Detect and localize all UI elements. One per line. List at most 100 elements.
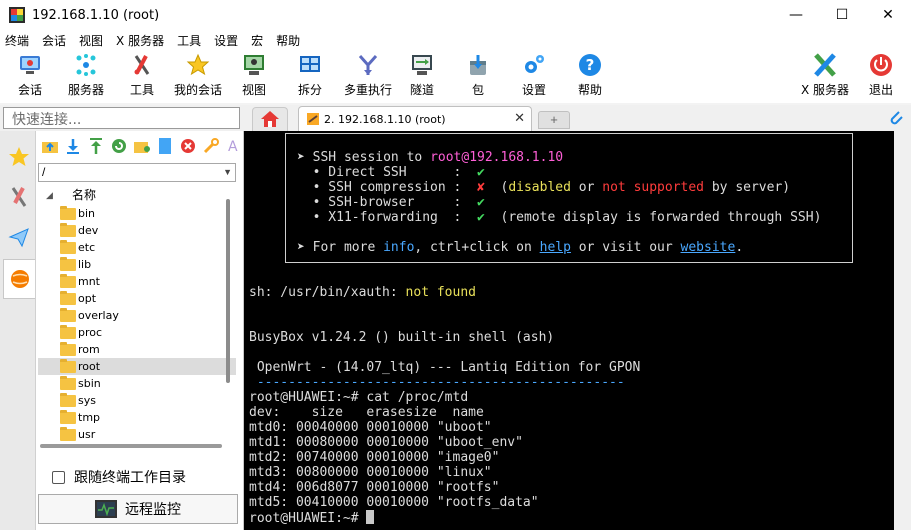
svg-text:A: A: [228, 139, 238, 154]
folder-row[interactable]: opt: [38, 290, 236, 307]
mobaxterm-window: 192.168.1.10 (root) — ☐ ✕ 终端 会话 视图 X 服务器…: [0, 0, 911, 530]
home-tab[interactable]: [252, 107, 288, 131]
side-tab-macros[interactable]: [3, 217, 35, 257]
folder-icon: [60, 223, 76, 237]
help-button[interactable]: ? 帮助: [562, 53, 618, 101]
terminal-output-line: mtd1: 00080000 00010000 "uboot_env": [249, 435, 523, 450]
checkbox-box[interactable]: [52, 470, 65, 484]
session-tab[interactable]: 2. 192.168.1.10 (root) ✕: [298, 106, 532, 131]
folder-row[interactable]: sbin: [38, 375, 236, 392]
folder-name: sbin: [78, 377, 101, 390]
folder-icon: [60, 257, 76, 271]
side-tab-sessions[interactable]: [3, 137, 35, 177]
paperclip-icon[interactable]: [887, 109, 905, 127]
view-button[interactable]: 视图: [226, 53, 282, 101]
menu-terminal[interactable]: 终端: [5, 32, 29, 49]
terminal[interactable]: ➤ SSH session to root@192.168.1.10 • Dir…: [244, 131, 894, 530]
minimize-button[interactable]: —: [773, 0, 819, 30]
folder-icon: [60, 393, 76, 407]
ssh-browser-line: • SSH-browser : ✔: [297, 195, 485, 210]
folder-name: etc: [78, 241, 96, 254]
folder-row[interactable]: overlay: [38, 307, 236, 324]
folder-row[interactable]: rom: [38, 341, 236, 358]
close-window-button[interactable]: ✕: [865, 0, 911, 30]
download-icon[interactable]: [61, 137, 84, 155]
menu-sessions[interactable]: 会话: [42, 32, 66, 49]
tunnel-button[interactable]: 隧道: [394, 53, 450, 101]
folder-row[interactable]: proc: [38, 324, 236, 341]
terminal-tab-icon: [307, 113, 319, 125]
maximize-button[interactable]: ☐: [819, 0, 865, 30]
parent-folder-icon[interactable]: [38, 137, 61, 155]
help-link[interactable]: help: [540, 240, 571, 255]
folder-name: tmp: [78, 411, 101, 424]
new-tab-button[interactable]: +: [538, 111, 570, 129]
text-icon[interactable]: A: [222, 137, 245, 155]
path-select[interactable]: / ▼: [38, 163, 236, 182]
terminal-output-line: mtd4: 006d8077 00010000 "rootfs": [249, 480, 500, 495]
xserver-icon: [813, 53, 837, 77]
exit-button[interactable]: 退出: [853, 53, 909, 101]
tree-vertical-scrollbar[interactable]: [226, 199, 230, 383]
permissions-icon[interactable]: [199, 137, 222, 155]
new-file-icon[interactable]: [153, 137, 176, 155]
session-button[interactable]: 会话: [2, 53, 58, 101]
multiexec-label: 多重执行: [343, 83, 392, 97]
path-value: /: [42, 165, 46, 179]
folder-row[interactable]: mnt: [38, 273, 236, 290]
settings-button[interactable]: 设置: [506, 53, 562, 101]
terminal-output-line: mtd2: 00740000 00010000 "image0": [249, 450, 500, 465]
menu-tools[interactable]: 工具: [177, 32, 201, 49]
tree-horizontal-scrollbar[interactable]: [40, 444, 222, 448]
website-link[interactable]: website: [681, 240, 736, 255]
folder-row[interactable]: bin: [38, 205, 236, 222]
folder-name: sys: [78, 394, 96, 407]
folder-name: bin: [78, 207, 96, 220]
folder-icon: [60, 359, 76, 373]
menu-macros[interactable]: 宏: [251, 32, 263, 49]
tools-button[interactable]: 工具: [114, 53, 170, 101]
folder-row[interactable]: lib: [38, 256, 236, 273]
session-icon: [18, 53, 42, 77]
folder-row[interactable]: usr: [38, 426, 236, 443]
new-folder-icon[interactable]: [130, 137, 153, 155]
my-sessions-button[interactable]: 我的会话: [170, 53, 226, 101]
close-tab-icon[interactable]: ✕: [514, 111, 525, 126]
remote-monitoring-label: 远程监控: [125, 502, 181, 518]
menu-bar: 终端 会话 视图 X 服务器 工具 设置 宏 帮助: [0, 30, 911, 50]
folder-row[interactable]: tmp: [38, 409, 236, 426]
folder-name: overlay: [78, 309, 119, 322]
menu-xserver[interactable]: X 服务器: [116, 32, 164, 49]
folder-row[interactable]: dev: [38, 222, 236, 239]
side-tab-sftp[interactable]: [3, 259, 35, 299]
view-label: 视图: [241, 83, 266, 97]
servers-button[interactable]: 服务器: [58, 53, 114, 101]
side-tab-tools[interactable]: [3, 177, 35, 217]
menu-help[interactable]: 帮助: [276, 32, 300, 49]
tunnel-icon: [410, 53, 434, 77]
quick-connect-input[interactable]: 快速连接...: [3, 107, 240, 129]
packages-button[interactable]: 包: [450, 53, 506, 101]
multiexec-button[interactable]: 多重执行: [338, 53, 398, 101]
upload-icon[interactable]: [84, 137, 107, 155]
delete-icon[interactable]: [176, 137, 199, 155]
terminal-scrollbar[interactable]: [894, 131, 911, 530]
menu-view[interactable]: 视图: [79, 32, 103, 49]
paper-plane-icon: [8, 228, 29, 248]
home-icon: [261, 111, 279, 127]
follow-terminal-checkbox[interactable]: 跟随终端工作目录: [52, 467, 186, 487]
refresh-icon[interactable]: [107, 137, 130, 155]
view-icon: [242, 53, 266, 77]
xserver-button[interactable]: X 服务器: [796, 53, 854, 101]
split-button[interactable]: 拆分: [282, 53, 338, 101]
folder-row[interactable]: etc: [38, 239, 236, 256]
tree-header[interactable]: ◢ 名称: [38, 185, 236, 205]
folder-icon: [60, 376, 76, 390]
servers-icon: [74, 53, 98, 77]
menu-settings[interactable]: 设置: [214, 32, 238, 49]
folder-row[interactable]: root: [38, 358, 236, 375]
main-toolbar: 会话 服务器 工具 我的会话 视图 拆分 多重执行 隧道 包 设置 ? 帮助 X…: [0, 50, 911, 103]
sftp-panel: A / ▼ ◢ 名称 bin dev etc lib mnt opt overlay proc…: [36, 131, 244, 530]
remote-monitoring-button[interactable]: 远程监控: [38, 494, 238, 524]
folder-row[interactable]: sys: [38, 392, 236, 409]
